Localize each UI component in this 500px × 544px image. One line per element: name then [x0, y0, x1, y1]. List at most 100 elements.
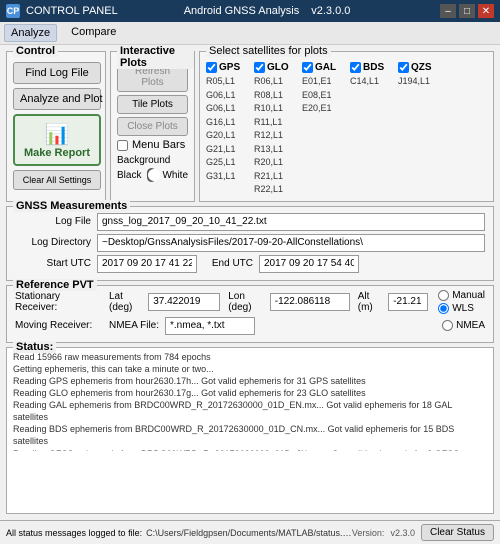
status-text: Read 15966 raw measurements from 784 epo… [13, 351, 487, 451]
log-dir-label: Log Directory [15, 237, 91, 248]
menu-item-analyze[interactable]: Analyze [4, 24, 57, 42]
alt-label: Alt (m) [358, 291, 382, 313]
clear-all-settings-button[interactable]: Clear All Settings [13, 170, 101, 190]
list-item: R20,L1 [254, 156, 300, 170]
list-item: R21,L1 [254, 170, 300, 184]
make-report-label: Make Report [24, 147, 90, 159]
glo-label: GLO [267, 62, 289, 73]
app-icon: CP [6, 4, 20, 18]
tile-plots-button[interactable]: Tile Plots [117, 95, 188, 114]
list-item: Getting ephemeris, this can take a minut… [13, 363, 487, 375]
control-section: Control Find Log File Analyze and Plot 📊… [6, 51, 106, 202]
interactive-plots-title: Interactive Plots [117, 45, 194, 69]
clear-status-button[interactable]: Clear Status [421, 524, 494, 541]
glo-checkbox[interactable] [254, 62, 265, 73]
list-item: Reading GAL ephemeris from BRDC00WRD_R_2… [13, 399, 487, 423]
gps-sat-list: R05,L1G06,L1G06,L1G16,L1G20,L1G21,L1G25,… [206, 75, 252, 197]
lat-input[interactable] [148, 293, 220, 311]
radio-nmea[interactable]: NMEA [442, 320, 485, 331]
measurements-section: GNSS Measurements Log File Log Directory… [6, 206, 494, 281]
qzs-checkbox[interactable] [398, 62, 409, 73]
satellites-section: Select satellites for plots GPS GLO [199, 51, 494, 202]
list-item: R22,L1 [254, 183, 300, 197]
menu-bars-label: Menu Bars [132, 139, 185, 151]
bds-label: BDS [363, 62, 384, 73]
list-item: C14,L1 [350, 75, 396, 89]
make-report-icon: 📊 [45, 122, 70, 147]
menu-bars-checkbox[interactable] [117, 140, 128, 151]
start-utc-label: Start UTC [15, 258, 91, 269]
version-value: v2.3.0 [390, 528, 415, 538]
status-section: Status: Read 15966 raw measurements from… [6, 347, 494, 515]
control-section-title: Control [13, 45, 58, 57]
list-item: G21,L1 [206, 143, 252, 157]
close-button[interactable]: ✕ [478, 4, 494, 18]
version-label: Version: [352, 528, 385, 538]
log-file-label: Log File [15, 216, 91, 227]
stationary-receiver-label: Stationary Receiver: [15, 291, 105, 313]
list-item: R05,L1 [206, 75, 252, 89]
glo-sat-list: R06,L1R08,L1R10,L1R11,L1R12,L1R13,L1R20,… [254, 75, 300, 197]
toggle-switch[interactable] [147, 168, 156, 182]
radio-manual-input[interactable] [438, 290, 449, 301]
list-item: G31,L1 [206, 170, 252, 184]
list-item: R11,L1 [254, 116, 300, 130]
list-item: R10,L1 [254, 102, 300, 116]
list-item: G06,L1 [206, 102, 252, 116]
lon-input[interactable] [270, 293, 350, 311]
status-file-path: C:\Users/Fieldgpsen/Documents/MATLAB/sta… [146, 528, 352, 538]
bottom-bar: All status messages logged to file: C:\U… [0, 520, 500, 544]
list-item: R12,L1 [254, 129, 300, 143]
menu-item-compare[interactable]: Compare [65, 24, 122, 42]
lon-label: Lon (deg) [228, 291, 264, 313]
gps-checkbox[interactable] [206, 62, 217, 73]
analyze-and-plot-button[interactable]: Analyze and Plot [13, 88, 101, 110]
make-report-button[interactable]: 📊 Make Report [13, 114, 101, 166]
nmea-label: NMEA File: [109, 320, 159, 331]
status-title: Status: [13, 341, 56, 353]
version-display: v2.3.0.0 [311, 5, 350, 17]
bds-checkbox[interactable] [350, 62, 361, 73]
pvt-title: Reference PVT [13, 279, 97, 291]
list-item: Reading GPS ephemeris from hour2630.17h.… [13, 375, 487, 387]
nmea-input[interactable] [165, 317, 255, 335]
window-title: Android GNSS Analysis [184, 5, 300, 17]
start-utc-input[interactable] [97, 255, 197, 273]
minimize-button[interactable]: – [440, 4, 456, 18]
list-item: Read 15966 raw measurements from 784 epo… [13, 351, 487, 363]
moving-receiver-label: Moving Receiver: [15, 320, 105, 331]
list-item: G20,L1 [206, 129, 252, 143]
list-item: Reading GLO ephemeris from hour2630.17g.… [13, 387, 487, 399]
gal-checkbox[interactable] [302, 62, 313, 73]
close-plots-button[interactable]: Close Plots [117, 117, 188, 136]
list-item: E20,E1 [302, 102, 348, 116]
radio-wls[interactable]: WLS [438, 303, 485, 314]
maximize-button[interactable]: □ [459, 4, 475, 18]
black-label: Black [117, 170, 141, 181]
radio-wls-input[interactable] [438, 303, 449, 314]
gal-label: GAL [315, 62, 336, 73]
lat-label: Lat (deg) [109, 291, 142, 313]
toggle-knob [148, 169, 160, 181]
list-item: G25,L1 [206, 156, 252, 170]
radio-manual[interactable]: Manual [438, 290, 485, 301]
white-label: White [162, 170, 188, 181]
list-item: Reading QZSS ephemeris from BRDC00WRD_R_… [13, 448, 487, 451]
list-item: Reading BDS ephemeris from BRDC00WRD_R_2… [13, 423, 487, 447]
background-label: Background [117, 155, 170, 166]
bds-sat-list: C14,L1 [350, 75, 396, 197]
list-item: G16,L1 [206, 116, 252, 130]
list-item: R13,L1 [254, 143, 300, 157]
list-item: R06,L1 [254, 75, 300, 89]
radio-nmea-input[interactable] [442, 320, 453, 331]
pvt-section: Reference PVT Stationary Receiver: Lat (… [6, 285, 494, 343]
log-file-input[interactable] [97, 213, 485, 231]
log-dir-input[interactable] [97, 234, 485, 252]
find-log-file-button[interactable]: Find Log File [13, 62, 101, 84]
alt-input[interactable] [388, 293, 428, 311]
interactive-plots-section: Interactive Plots Refresh Plots Tile Plo… [110, 51, 195, 202]
app-name: CONTROL PANEL [26, 5, 118, 17]
gal-sat-list: E01,E1E08,E1E20,E1 [302, 75, 348, 197]
qzs-sat-list: J194,L1 [398, 75, 444, 197]
end-utc-input[interactable] [259, 255, 359, 273]
